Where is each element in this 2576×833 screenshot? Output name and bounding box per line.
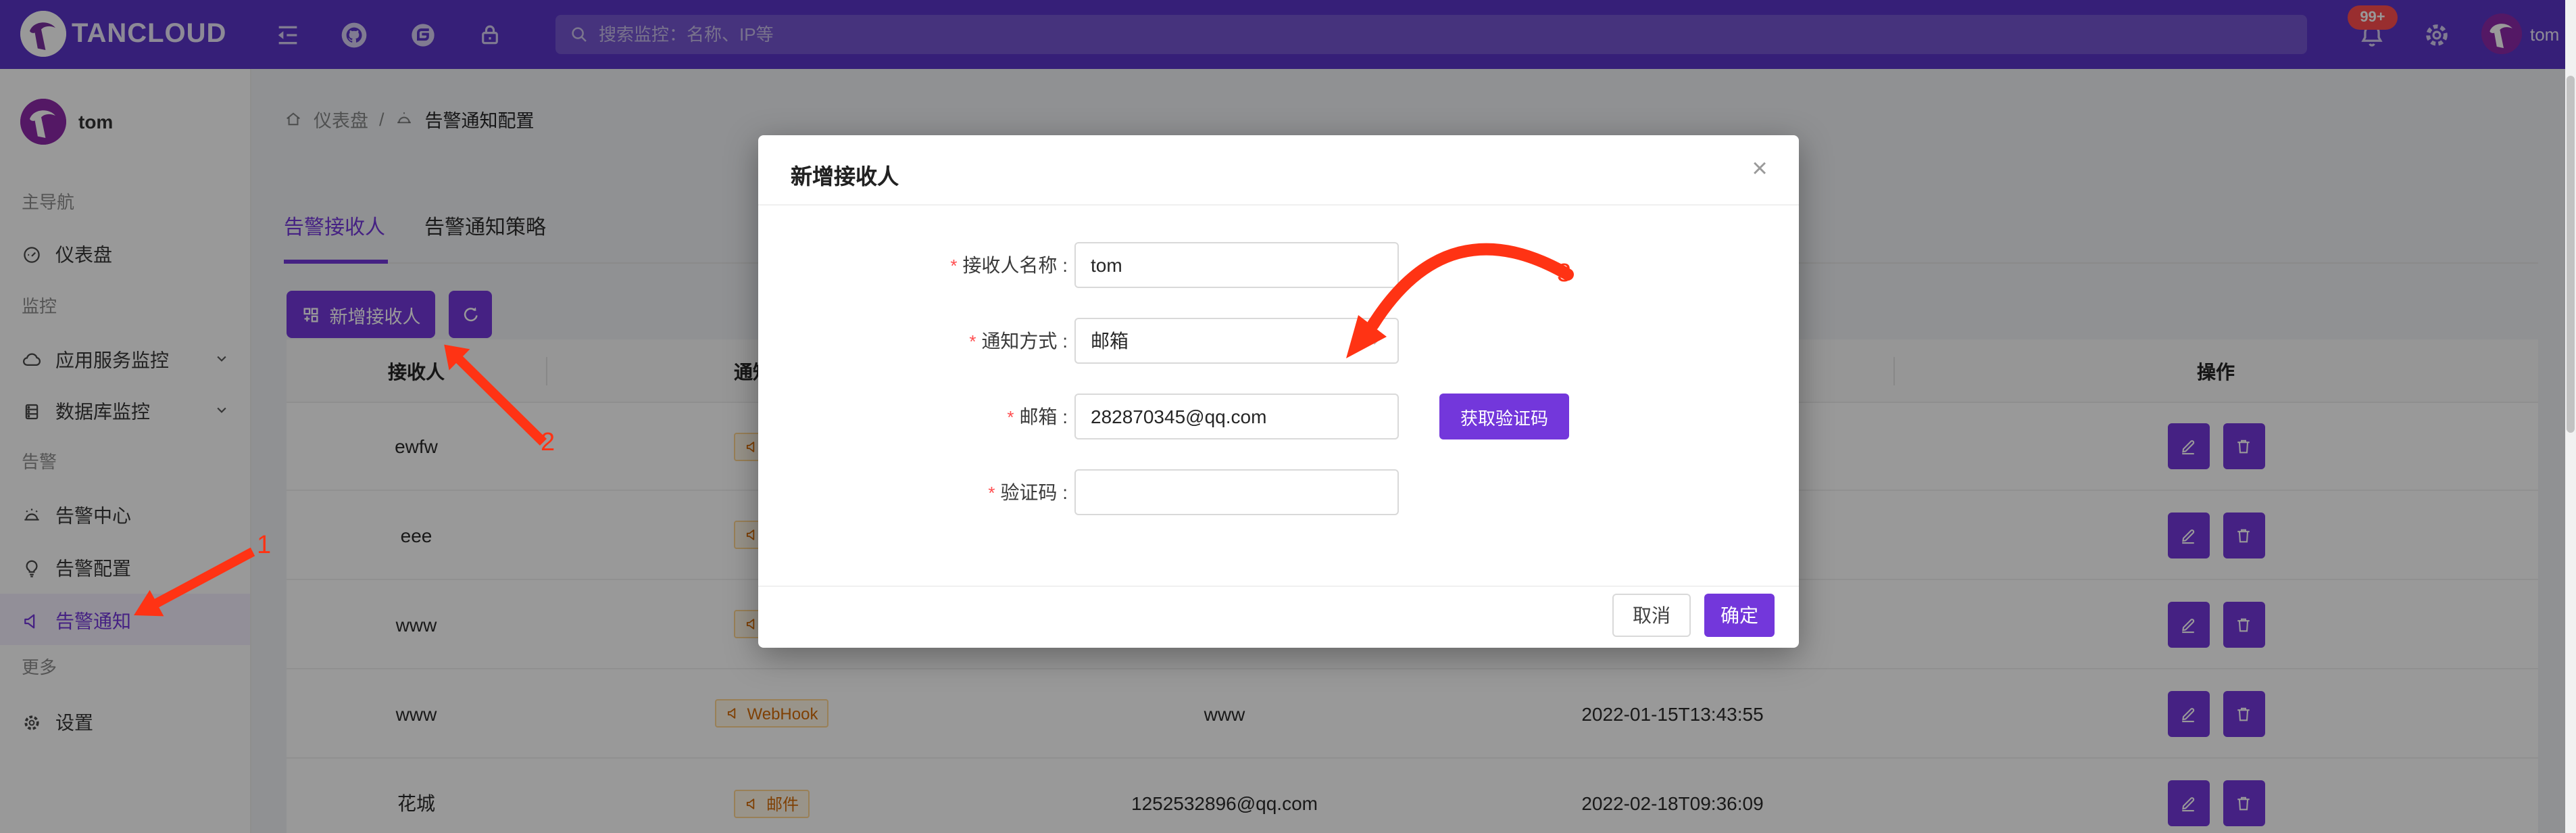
add-receiver-modal: 新增接收人 × *接收人名称 : *通知方式 : 邮箱 *邮箱 : 获取验证码 … xyxy=(758,135,1799,648)
vertical-scrollbar xyxy=(2565,0,2576,833)
field-label-code: *验证码 : xyxy=(758,469,1068,515)
required-asterisk: * xyxy=(988,483,995,503)
cancel-button[interactable]: 取消 xyxy=(1612,594,1691,637)
field-label-notify-type: *通知方式 : xyxy=(758,318,1068,364)
field-label-email: *邮箱 : xyxy=(758,394,1068,439)
field-label-name: *接收人名称 : xyxy=(758,242,1068,288)
app: TANCLOUD 99+ tom xyxy=(0,0,2576,833)
required-asterisk: * xyxy=(1007,407,1014,427)
verify-code-input[interactable] xyxy=(1074,469,1399,515)
required-asterisk: * xyxy=(969,331,976,352)
modal-title: 新增接收人 xyxy=(791,158,899,191)
modal-header-divider xyxy=(758,204,1799,206)
close-icon[interactable]: × xyxy=(1739,149,1780,189)
confirm-button[interactable]: 确定 xyxy=(1704,594,1775,637)
receiver-name-input[interactable] xyxy=(1074,242,1399,288)
notify-type-select[interactable]: 邮箱 xyxy=(1074,318,1399,364)
get-code-button[interactable]: 获取验证码 xyxy=(1439,394,1569,439)
required-asterisk: * xyxy=(950,256,957,276)
select-arrow-icon xyxy=(1365,331,1384,350)
email-input[interactable] xyxy=(1074,394,1399,439)
scrollbar-thumb[interactable] xyxy=(2567,76,2575,433)
modal-footer-divider xyxy=(758,586,1799,587)
